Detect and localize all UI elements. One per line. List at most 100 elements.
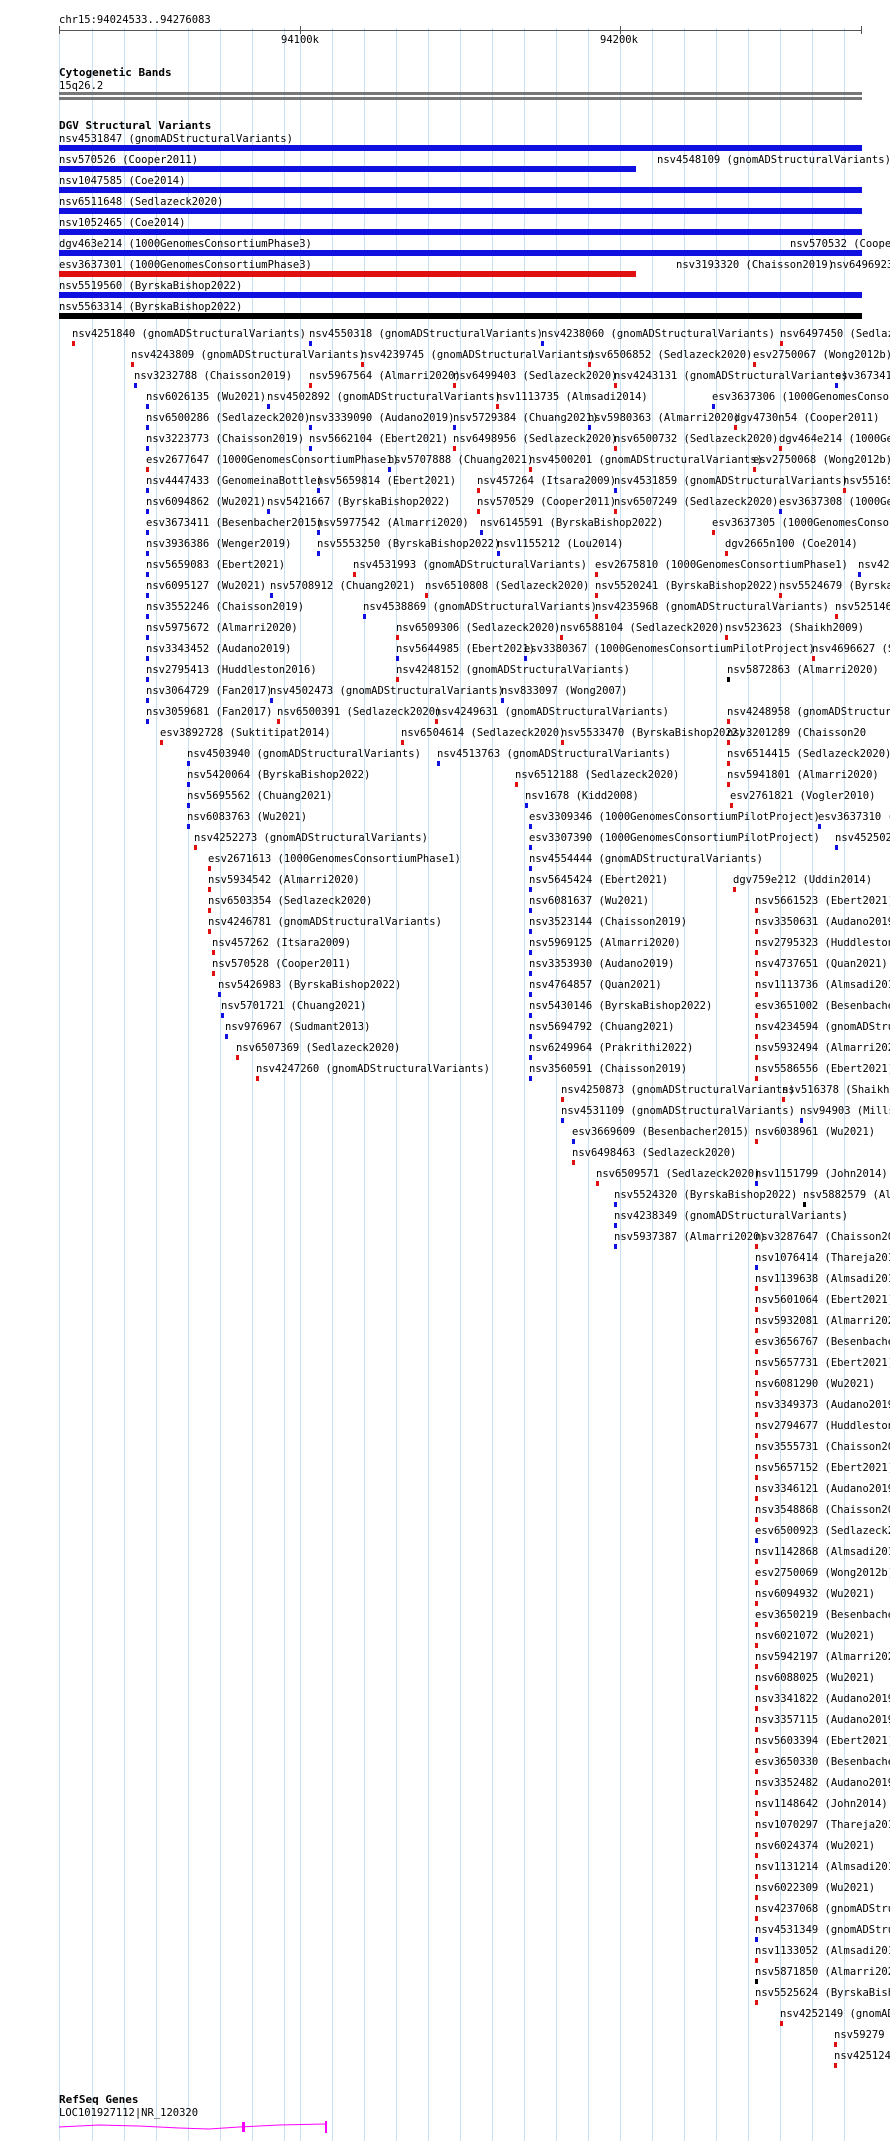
dgv-feature-bar[interactable] [212,950,215,955]
dgv-feature-bar[interactable] [779,509,782,514]
dgv-feature-bar[interactable] [497,551,500,556]
dgv-feature-bar[interactable] [755,1055,758,1060]
dgv-feature-bar[interactable] [524,656,527,661]
dgv-feature-label[interactable]: nsv5657731 (Ebert2021) [755,1357,890,1369]
dgv-feature-bar[interactable] [529,1034,532,1039]
dgv-feature-bar[interactable] [755,1517,758,1522]
dgv-feature-bar[interactable] [146,446,149,451]
dgv-feature-bar[interactable] [146,551,149,556]
dgv-feature-bar[interactable] [727,782,730,787]
dgv-feature-label[interactable]: nsv4252273 (gnomADStructuralVariants) [194,832,428,844]
cytoband-bar[interactable] [59,97,862,100]
dgv-feature-label[interactable]: nsv6500391 (Sedlazeck2020) [277,706,441,718]
dgv-feature-bar[interactable] [835,845,838,850]
dgv-feature-label[interactable]: dgv463e214 (1000GenomesConsortiumPhase3) [59,238,312,250]
dgv-feature-bar[interactable] [146,593,149,598]
dgv-feature-label[interactable]: nsv3555731 (Chaisson20 [755,1441,890,1453]
dgv-feature-bar[interactable] [755,1979,758,1984]
dgv-feature-label[interactable]: nsv6094932 (Wu2021) [755,1588,875,1600]
dgv-feature-bar[interactable] [256,1076,259,1081]
dgv-feature-bar[interactable] [529,929,532,934]
dgv-feature-bar[interactable] [755,971,758,976]
dgv-feature-label[interactable]: nsv1155212 (Lou2014) [497,538,623,550]
dgv-feature-bar[interactable] [588,362,591,367]
dgv-feature-label[interactable]: nsv1133052 (Almsadi201 [755,1945,890,1957]
dgv-feature-label[interactable]: nsv4531847 (gnomADStructuralVariants) [59,133,293,145]
dgv-feature-bar[interactable] [614,1244,617,1249]
dgv-feature-bar[interactable] [529,824,532,829]
dgv-feature-label[interactable]: nsv4235968 (gnomADStructuralVariants) [595,601,829,613]
dgv-feature-label[interactable]: nsv3343452 (Audano2019) [146,643,291,655]
dgv-feature-bar[interactable] [614,488,617,493]
dgv-feature-label[interactable]: dgv759e212 (Uddin2014) [733,874,872,886]
dgv-feature-label[interactable]: esv3650219 (Besenbache [755,1609,890,1621]
track-title-refseq[interactable]: RefSeq Genes [59,2094,138,2106]
dgv-feature-bar[interactable] [529,992,532,997]
dgv-feature-label[interactable]: nsv6024374 (Wu2021) [755,1840,875,1852]
dgv-feature-label[interactable]: nsv570528 (Cooper2011) [212,958,351,970]
dgv-feature-bar[interactable] [755,2000,758,2005]
dgv-feature-bar[interactable] [317,530,320,535]
dgv-feature-bar[interactable] [59,250,862,256]
dgv-feature-label[interactable]: nsv3201289 (Chaisson20 [727,727,866,739]
dgv-feature-label[interactable]: nsv6497450 (Sedlaz [780,328,890,340]
dgv-feature-bar[interactable] [733,887,736,892]
dgv-feature-bar[interactable] [614,446,617,451]
dgv-feature-label[interactable]: nsv6507369 (Sedlazeck2020) [236,1042,400,1054]
dgv-feature-bar[interactable] [755,1769,758,1774]
dgv-feature-bar[interactable] [755,1958,758,1963]
dgv-feature-bar[interactable] [614,383,617,388]
dgv-feature-label[interactable]: nsv3287647 (Chaisson20 [755,1231,890,1243]
dgv-feature-label[interactable]: nsv3353930 (Audano2019) [529,958,674,970]
dgv-feature-label[interactable]: nsv4531993 (gnomADStructuralVariants) [353,559,587,571]
dgv-feature-bar[interactable] [529,908,532,913]
dgv-feature-label[interactable]: nsv4554444 (gnomADStructuralVariants) [529,853,763,865]
dgv-feature-bar[interactable] [727,719,730,724]
dgv-feature-label[interactable]: nsv5659814 (Ebert2021) [317,475,456,487]
dgv-feature-label[interactable]: nsv525146 [835,601,890,613]
dgv-feature-label[interactable]: esv2750068 (Wong2012b) [753,454,890,466]
dgv-feature-label[interactable]: nsv4531349 (gnomADStru [755,1924,890,1936]
dgv-feature-bar[interactable] [208,929,211,934]
dgv-feature-label[interactable]: nsv6512188 (Sedlazeck2020) [515,769,679,781]
dgv-feature-label[interactable]: nsv4234594 (gnomADStru [755,1021,890,1033]
dgv-feature-bar[interactable] [146,635,149,640]
dgv-feature-bar[interactable] [218,992,221,997]
dgv-feature-bar[interactable] [59,271,636,277]
refseq-gene-label[interactable]: LOC101927112|NR_120320 [59,2107,198,2119]
dgv-feature-label[interactable]: nsv5421667 (ByrskaBishop2022) [267,496,450,508]
dgv-feature-bar[interactable] [529,887,532,892]
dgv-feature-bar[interactable] [160,740,163,745]
dgv-feature-label[interactable]: nsv833097 (Wong2007) [501,685,627,697]
dgv-feature-bar[interactable] [755,929,758,934]
dgv-feature-label[interactable]: nsv6509306 (Sedlazeck2020) [396,622,560,634]
dgv-feature-label[interactable]: nsv5661523 (Ebert2021) [755,895,890,907]
dgv-feature-bar[interactable] [529,467,532,472]
dgv-feature-bar[interactable] [541,341,544,346]
dgv-feature-bar[interactable] [425,593,428,598]
dgv-feature-label[interactable]: nsv5520241 (ByrskaBishop2022) [595,580,778,592]
dgv-feature-label[interactable]: esv3637305 (1000GenomesConsorti [712,517,890,529]
dgv-feature-label[interactable]: nsv5882579 (Alm [803,1189,890,1201]
dgv-feature-bar[interactable] [572,1139,575,1144]
dgv-feature-bar[interactable] [614,1202,617,1207]
dgv-feature-label[interactable]: nsv55165 [843,475,890,487]
dgv-feature-label[interactable]: nsv5942197 (Almarri202 [755,1651,890,1663]
dgv-feature-bar[interactable] [725,635,728,640]
dgv-feature-label[interactable]: nsv3552246 (Chaisson2019) [146,601,304,613]
dgv-feature-label[interactable]: nsv4696627 (Sel [812,643,890,655]
dgv-feature-bar[interactable] [363,614,366,619]
dgv-feature-bar[interactable] [453,446,456,451]
dgv-feature-bar[interactable] [588,425,591,430]
dgv-feature-bar[interactable] [529,950,532,955]
dgv-feature-label[interactable]: nsv5603394 (Ebert2021) [755,1735,890,1747]
dgv-feature-label[interactable]: esv3656767 (Besenbacher [755,1336,890,1348]
dgv-feature-bar[interactable] [146,530,149,535]
dgv-feature-bar[interactable] [779,446,782,451]
dgv-feature-bar[interactable] [835,383,838,388]
dgv-feature-bar[interactable] [734,425,737,430]
dgv-feature-label[interactable]: esv3892728 (Suktitipat2014) [160,727,331,739]
dgv-feature-label[interactable]: nsv4764857 (Quan2021) [529,979,662,991]
dgv-feature-label[interactable]: nsv1113736 (Almsadi2014 [755,979,890,991]
dgv-feature-label[interactable]: nsv5707888 (Chuang2021) [388,454,533,466]
